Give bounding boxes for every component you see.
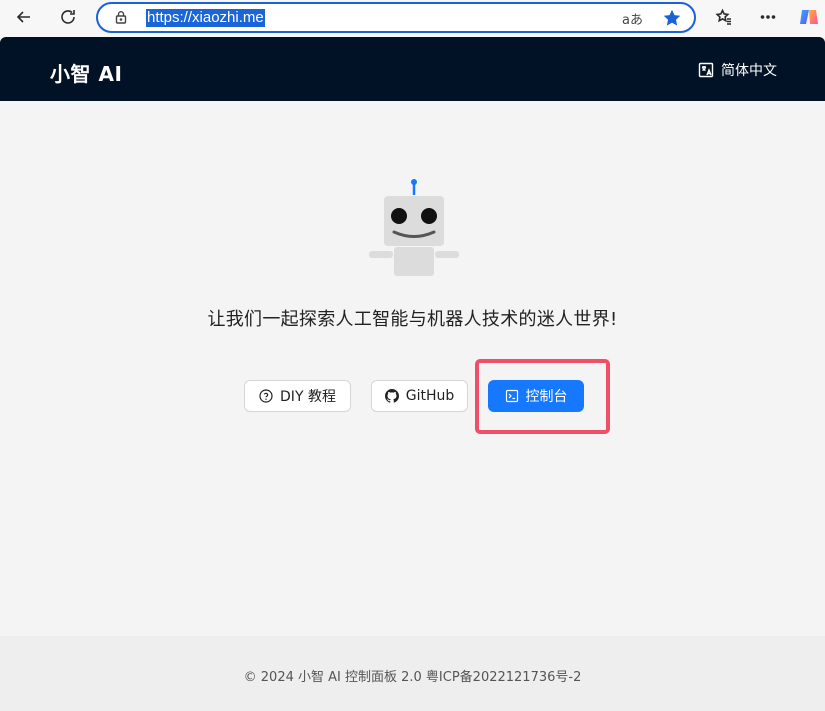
language-switcher[interactable]: 简体中文 [698, 60, 777, 80]
back-arrow-icon[interactable] [12, 5, 36, 29]
github-label: GitHub [405, 388, 455, 404]
github-button[interactable]: GitHub [371, 380, 468, 412]
language-icon [698, 62, 714, 78]
favorite-star-icon[interactable] [662, 8, 682, 28]
footer-text: © 2024 小智 AI 控制面板 2.0 粤ICP备2022121736号-2 [243, 670, 582, 685]
read-aloud-icon[interactable]: aあ [622, 9, 643, 28]
refresh-icon[interactable] [56, 5, 80, 29]
console-button[interactable]: 控制台 [488, 380, 584, 412]
lock-icon[interactable] [114, 10, 130, 26]
terminal-icon [505, 389, 518, 403]
copilot-icon[interactable] [798, 5, 820, 29]
site-logo[interactable]: 小智 AI [50, 58, 122, 87]
main-content: 让我们一起探索人工智能与机器人技术的迷人世界! DIY 教程 GitHub 控制… [0, 101, 825, 636]
diy-tutorial-button[interactable]: DIY 教程 [244, 380, 351, 412]
url-text[interactable]: https://xiaozhi.me [146, 9, 265, 27]
console-label: 控制台 [525, 389, 568, 405]
help-circle-icon [259, 389, 273, 403]
language-label: 简体中文 [721, 63, 777, 79]
robot-icon [368, 177, 460, 277]
site-header: 小智 AI 简体中文 [0, 37, 825, 101]
address-bar[interactable]: https://xiaozhi.me aあ [96, 2, 696, 33]
favorites-icon[interactable] [712, 5, 736, 29]
diy-tutorial-label: DIY 教程 [280, 389, 336, 405]
more-icon[interactable] [756, 5, 780, 29]
tagline: 让我们一起探索人工智能与机器人技术的迷人世界! [207, 309, 618, 330]
github-icon [384, 389, 399, 403]
browser-toolbar: https://xiaozhi.me aあ [0, 0, 825, 37]
site-footer: © 2024 小智 AI 控制面板 2.0 粤ICP备2022121736号-2 [0, 636, 825, 711]
